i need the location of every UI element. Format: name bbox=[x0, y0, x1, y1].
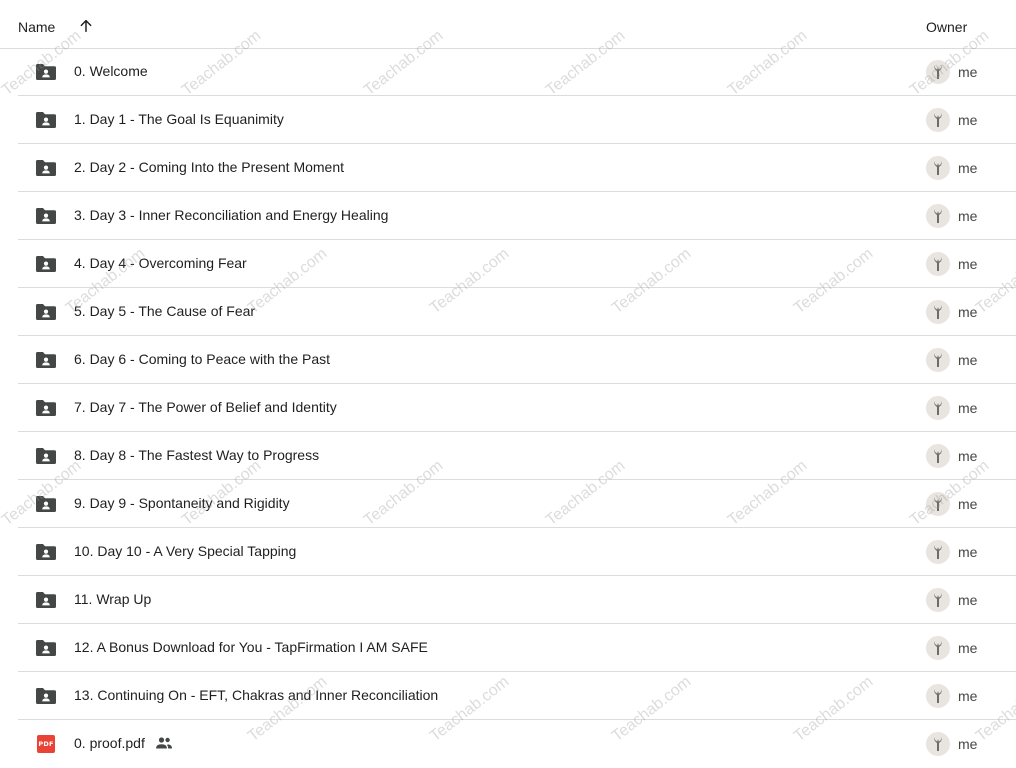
pdf-icon: PDF bbox=[37, 735, 55, 753]
file-row[interactable]: 4. Day 4 - Overcoming Fear me bbox=[18, 240, 1016, 288]
file-name[interactable]: 8. Day 8 - The Fastest Way to Progress bbox=[74, 447, 319, 463]
arrow-up-icon[interactable] bbox=[78, 18, 94, 34]
user-avatar[interactable] bbox=[926, 204, 950, 228]
owner-label: me bbox=[958, 208, 978, 224]
user-avatar[interactable] bbox=[926, 300, 950, 324]
shared-folder-icon bbox=[36, 688, 56, 704]
user-avatar[interactable] bbox=[926, 108, 950, 132]
file-list: 0. Welcome me 1. Day 1 - The Goal Is Equan… bbox=[18, 48, 1016, 767]
file-row[interactable]: 5. Day 5 - The Cause of Fear me bbox=[18, 288, 1016, 336]
user-avatar[interactable] bbox=[926, 252, 950, 276]
file-name[interactable]: 7. Day 7 - The Power of Belief and Ident… bbox=[74, 399, 337, 415]
shared-folder-icon bbox=[36, 64, 56, 80]
user-avatar[interactable] bbox=[926, 540, 950, 564]
owner-label: me bbox=[958, 400, 978, 416]
shared-folder-icon bbox=[36, 256, 56, 272]
file-row[interactable]: 1. Day 1 - The Goal Is Equanimity me bbox=[18, 96, 1016, 144]
file-list-header: Name Owner bbox=[0, 0, 1016, 49]
file-row[interactable]: 6. Day 6 - Coming to Peace with the Past… bbox=[18, 336, 1016, 384]
shared-folder-icon bbox=[36, 592, 56, 608]
shared-folder-icon bbox=[36, 448, 56, 464]
owner-label: me bbox=[958, 544, 978, 560]
owner-label: me bbox=[958, 160, 978, 176]
user-avatar[interactable] bbox=[926, 588, 950, 612]
file-name[interactable]: 2. Day 2 - Coming Into the Present Momen… bbox=[74, 159, 344, 175]
shared-folder-icon bbox=[36, 400, 56, 416]
owner-label: me bbox=[958, 688, 978, 704]
file-row[interactable]: PDF 0. proof.pdf me bbox=[18, 720, 1016, 767]
file-name[interactable]: 0. Welcome bbox=[74, 63, 148, 79]
user-avatar[interactable] bbox=[926, 636, 950, 660]
owner-label: me bbox=[958, 496, 978, 512]
shared-folder-icon bbox=[36, 352, 56, 368]
file-row[interactable]: 13. Continuing On - EFT, Chakras and Inn… bbox=[18, 672, 1016, 720]
shared-folder-icon bbox=[36, 112, 56, 128]
owner-label: me bbox=[958, 448, 978, 464]
file-name[interactable]: 6. Day 6 - Coming to Peace with the Past bbox=[74, 351, 330, 367]
owner-label: me bbox=[958, 112, 978, 128]
owner-label: me bbox=[958, 640, 978, 656]
file-name[interactable]: 5. Day 5 - The Cause of Fear bbox=[74, 303, 255, 319]
file-row[interactable]: 8. Day 8 - The Fastest Way to Progress me bbox=[18, 432, 1016, 480]
people-icon bbox=[156, 737, 172, 749]
file-name[interactable]: 13. Continuing On - EFT, Chakras and Inn… bbox=[74, 687, 438, 703]
file-row[interactable]: 9. Day 9 - Spontaneity and Rigidity me bbox=[18, 480, 1016, 528]
user-avatar[interactable] bbox=[926, 444, 950, 468]
user-avatar[interactable] bbox=[926, 348, 950, 372]
user-avatar[interactable] bbox=[926, 156, 950, 180]
user-avatar[interactable] bbox=[926, 396, 950, 420]
owner-column-header[interactable]: Owner bbox=[926, 19, 967, 35]
owner-label: me bbox=[958, 592, 978, 608]
file-name[interactable]: 12. A Bonus Download for You - TapFirmat… bbox=[74, 639, 428, 655]
file-row[interactable]: 7. Day 7 - The Power of Belief and Ident… bbox=[18, 384, 1016, 432]
owner-label: me bbox=[958, 736, 978, 752]
shared-folder-icon bbox=[36, 208, 56, 224]
user-avatar[interactable] bbox=[926, 684, 950, 708]
file-name[interactable]: 0. proof.pdf bbox=[74, 735, 145, 751]
file-name[interactable]: 1. Day 1 - The Goal Is Equanimity bbox=[74, 111, 284, 127]
file-row[interactable]: 3. Day 3 - Inner Reconciliation and Ener… bbox=[18, 192, 1016, 240]
shared-folder-icon bbox=[36, 496, 56, 512]
file-name[interactable]: 11. Wrap Up bbox=[74, 591, 151, 607]
file-row[interactable]: 10. Day 10 - A Very Special Tapping me bbox=[18, 528, 1016, 576]
shared-folder-icon bbox=[36, 640, 56, 656]
file-name[interactable]: 9. Day 9 - Spontaneity and Rigidity bbox=[74, 495, 290, 511]
file-name[interactable]: 3. Day 3 - Inner Reconciliation and Ener… bbox=[74, 207, 388, 223]
user-avatar[interactable] bbox=[926, 492, 950, 516]
name-column-header[interactable]: Name bbox=[18, 19, 55, 35]
user-avatar[interactable] bbox=[926, 732, 950, 756]
user-avatar[interactable] bbox=[926, 60, 950, 84]
file-row[interactable]: 2. Day 2 - Coming Into the Present Momen… bbox=[18, 144, 1016, 192]
file-row[interactable]: 0. Welcome me bbox=[18, 48, 1016, 96]
shared-folder-icon bbox=[36, 160, 56, 176]
owner-label: me bbox=[958, 64, 978, 80]
owner-label: me bbox=[958, 304, 978, 320]
file-row[interactable]: 11. Wrap Up me bbox=[18, 576, 1016, 624]
owner-label: me bbox=[958, 256, 978, 272]
owner-label: me bbox=[958, 352, 978, 368]
shared-folder-icon bbox=[36, 304, 56, 320]
file-row[interactable]: 12. A Bonus Download for You - TapFirmat… bbox=[18, 624, 1016, 672]
shared-folder-icon bbox=[36, 544, 56, 560]
file-name[interactable]: 4. Day 4 - Overcoming Fear bbox=[74, 255, 247, 271]
file-name[interactable]: 10. Day 10 - A Very Special Tapping bbox=[74, 543, 296, 559]
